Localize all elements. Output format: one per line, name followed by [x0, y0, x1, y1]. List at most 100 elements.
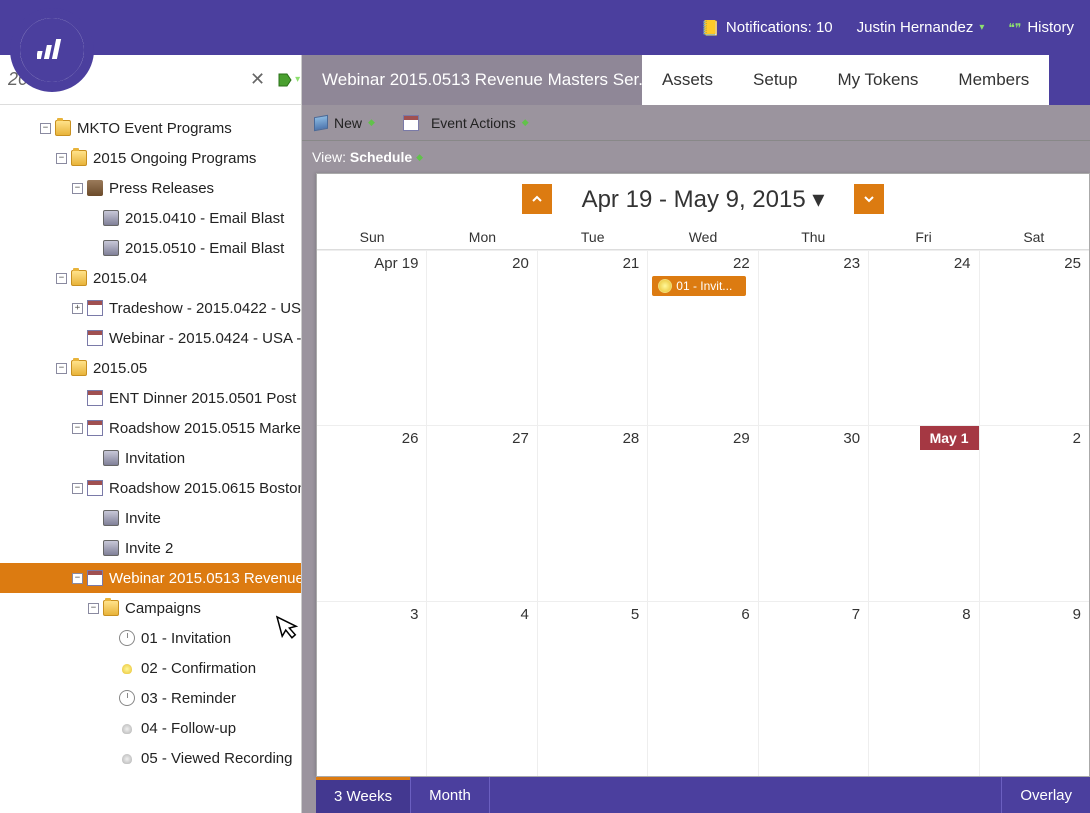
tree-item[interactable]: Invite 2	[0, 533, 301, 563]
collapse-icon[interactable]: −	[56, 273, 67, 284]
tree-item[interactable]: 2015.0510 - Email Blast	[0, 233, 301, 263]
tree-item[interactable]: −2015.04	[0, 263, 301, 293]
calendar-day[interactable]: 25	[980, 251, 1089, 425]
calendar-day[interactable]: 30	[759, 426, 869, 600]
calendar-footer: 3 Weeks Month Overlay	[316, 777, 1090, 813]
collapse-icon[interactable]: −	[88, 603, 99, 614]
calendar-day[interactable]: 4	[427, 602, 537, 776]
history-link[interactable]: ❝❞ History	[1008, 19, 1074, 36]
date-range-picker[interactable]: Apr 19 - May 9, 2015 ▾	[582, 185, 825, 214]
tree-item-label: 2015.0410 - Email Blast	[125, 210, 284, 227]
tree-item[interactable]: +Tradeshow - 2015.0422 - USA -	[0, 293, 301, 323]
calendar-day[interactable]: 2201 - Invit...	[648, 251, 758, 425]
calendar-day[interactable]: 2	[980, 426, 1089, 600]
month-button[interactable]: Month	[411, 777, 489, 813]
tree-item-label: Invitation	[125, 450, 185, 467]
calendar-day[interactable]: 24	[869, 251, 979, 425]
chevron-down-icon: ◆	[368, 117, 375, 128]
calendar-day[interactable]: 6	[648, 602, 758, 776]
overlay-button[interactable]: Overlay	[1002, 777, 1090, 813]
calendar-day[interactable]: 8	[869, 602, 979, 776]
tree-item[interactable]: −2015 Ongoing Programs	[0, 143, 301, 173]
tab-members[interactable]: Members	[938, 55, 1049, 105]
calendar-day[interactable]: May 1	[869, 426, 979, 600]
book-icon: 📒	[701, 19, 720, 37]
calendar-day[interactable]: 23	[759, 251, 869, 425]
tab-bar: Webinar 2015.0513 Revenue Masters Ser...…	[302, 55, 1090, 105]
tree-item[interactable]: −Roadshow 2015.0515 Marketin	[0, 413, 301, 443]
toggle-spacer	[72, 333, 83, 344]
calendar-day[interactable]: Apr 19	[317, 251, 427, 425]
chevron-down-icon: ▾	[979, 22, 984, 33]
three-weeks-button[interactable]: 3 Weeks	[316, 777, 410, 813]
day-number: 26	[317, 430, 418, 447]
collapse-icon[interactable]: −	[72, 573, 83, 584]
folder-icon	[71, 150, 87, 166]
tree-item[interactable]: 2015.0410 - Email Blast	[0, 203, 301, 233]
tree-item[interactable]: Webinar - 2015.0424 - USA - Te	[0, 323, 301, 353]
tree-item[interactable]: −Campaigns	[0, 593, 301, 623]
collapse-icon[interactable]: −	[56, 363, 67, 374]
collapse-icon[interactable]: −	[72, 423, 83, 434]
tree-item[interactable]: Invitation	[0, 443, 301, 473]
tab-setup[interactable]: Setup	[733, 55, 817, 105]
main-panel: Webinar 2015.0513 Revenue Masters Ser...…	[302, 55, 1090, 813]
collapse-icon[interactable]: −	[72, 183, 83, 194]
calendar-day[interactable]: 9	[980, 602, 1089, 776]
chevron-down-icon: ◆	[522, 117, 529, 128]
event-actions-button[interactable]: Event Actions ◆	[403, 115, 529, 131]
prev-range-button[interactable]	[522, 184, 552, 214]
calendar-day[interactable]: 27	[427, 426, 537, 600]
cal-icon	[87, 420, 103, 436]
day-number: 4	[427, 606, 528, 623]
cal-icon	[87, 570, 103, 586]
tree-item[interactable]: −MKTO Event Programs	[0, 113, 301, 143]
user-menu[interactable]: Justin Hernandez ▾	[857, 19, 985, 36]
calendar-day[interactable]: 3	[317, 602, 427, 776]
chevron-down-icon	[863, 193, 875, 205]
tree-item-label: 04 - Follow-up	[141, 720, 236, 737]
expand-icon[interactable]: +	[72, 303, 83, 314]
tree-item[interactable]: −Press Releases	[0, 173, 301, 203]
tab-program[interactable]: Webinar 2015.0513 Revenue Masters Ser...	[302, 55, 642, 105]
tab-assets[interactable]: Assets	[642, 55, 733, 105]
new-button[interactable]: New ◆	[314, 115, 375, 131]
tree-item[interactable]: Invite	[0, 503, 301, 533]
calendar-day[interactable]: 7	[759, 602, 869, 776]
tree-item[interactable]: 02 - Confirmation	[0, 653, 301, 683]
next-range-button[interactable]	[854, 184, 884, 214]
calendar-day[interactable]: 26	[317, 426, 427, 600]
view-value[interactable]: Schedule	[350, 149, 412, 165]
tree-item[interactable]: 01 - Invitation	[0, 623, 301, 653]
day-of-week: Sun	[317, 224, 427, 250]
calendar-day[interactable]: 28	[538, 426, 648, 600]
tree-item[interactable]: 04 - Follow-up	[0, 713, 301, 743]
filter-menu-button[interactable]: ▾	[273, 72, 304, 88]
tree-item[interactable]: −Webinar 2015.0513 Revenue M	[0, 563, 301, 593]
calendar-week: Apr 1920212201 - Invit...232425	[317, 250, 1089, 425]
notifications-link[interactable]: 📒 Notifications: 10	[701, 19, 832, 37]
day-number: 5	[538, 606, 639, 623]
calendar-day[interactable]: 5	[538, 602, 648, 776]
calendar-day[interactable]: 29	[648, 426, 758, 600]
collapse-icon[interactable]: −	[40, 123, 51, 134]
marketo-logo[interactable]	[10, 8, 94, 92]
tab-my-tokens[interactable]: My Tokens	[817, 55, 938, 105]
collapse-icon[interactable]: −	[56, 153, 67, 164]
tree-item[interactable]: −Roadshow 2015.0615 Boston	[0, 473, 301, 503]
calendar-event[interactable]: 01 - Invit...	[652, 276, 745, 296]
tree-item[interactable]: ENT Dinner 2015.0501 Post Su	[0, 383, 301, 413]
toggle-spacer	[104, 723, 115, 734]
folder-icon	[71, 360, 87, 376]
notifications-label: Notifications: 10	[726, 19, 833, 36]
calendar-day[interactable]: 20	[427, 251, 537, 425]
tree-item[interactable]: 03 - Reminder	[0, 683, 301, 713]
calendar-header: Apr 19 - May 9, 2015 ▾	[317, 174, 1089, 224]
tree-item-label: ENT Dinner 2015.0501 Post Su	[109, 390, 301, 407]
calendar-day[interactable]: 21	[538, 251, 648, 425]
collapse-icon[interactable]: −	[72, 483, 83, 494]
tree-item[interactable]: −2015.05	[0, 353, 301, 383]
tree-item-label: Webinar - 2015.0424 - USA - Te	[109, 330, 301, 347]
tree-item[interactable]: 05 - Viewed Recording	[0, 743, 301, 773]
clear-search-button[interactable]: ✕	[242, 69, 273, 90]
